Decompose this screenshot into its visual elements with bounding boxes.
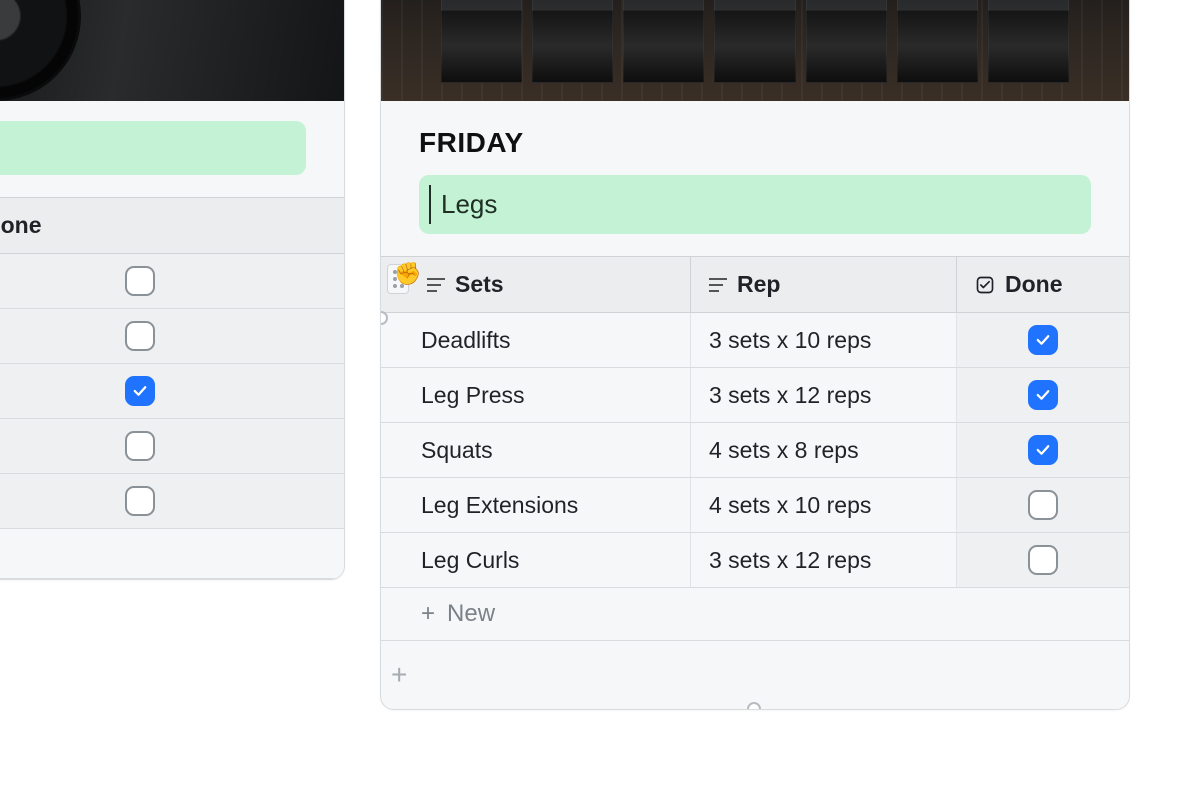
- cell-done[interactable]: [0, 364, 344, 418]
- table-row[interactable]: x 12 reps: [0, 474, 344, 529]
- done-checkbox[interactable]: [125, 266, 155, 296]
- cell-sets[interactable]: Deadlifts: [381, 313, 691, 367]
- column-header-sets[interactable]: Sets: [381, 257, 691, 312]
- column-header-done-label: Done: [1005, 271, 1063, 298]
- add-block-button[interactable]: +: [381, 641, 1129, 709]
- done-checkbox[interactable]: [125, 486, 155, 516]
- done-checkbox[interactable]: [125, 431, 155, 461]
- column-header-rep-label: Rep: [737, 271, 780, 298]
- checkbox-column-icon: [975, 275, 995, 295]
- column-header-sets-label: Sets: [455, 271, 504, 298]
- done-checkbox[interactable]: [1028, 435, 1058, 465]
- column-header-done-label: Done: [0, 212, 42, 239]
- card-day-title: FRIDAY: [419, 127, 1091, 159]
- table-row[interactable]: Squats4 sets x 8 reps: [381, 423, 1129, 478]
- table-row[interactable]: x 8 reps: [0, 254, 344, 309]
- cell-sets[interactable]: Leg Curls: [381, 533, 691, 587]
- cell-done[interactable]: [0, 309, 344, 363]
- add-row-label: New: [447, 600, 495, 628]
- table-row[interactable]: x 12 reps: [0, 364, 344, 419]
- done-checkbox[interactable]: [1028, 380, 1058, 410]
- cell-rep[interactable]: 3 sets x 10 reps: [691, 313, 957, 367]
- workout-card-left: p Done x 8 repsx 10 repsx 12 repsx 10 re…: [0, 0, 345, 580]
- plus-icon: +: [391, 659, 407, 690]
- done-checkbox[interactable]: [1028, 545, 1058, 575]
- cell-done[interactable]: [957, 313, 1129, 367]
- table-row[interactable]: Leg Extensions4 sets x 10 reps: [381, 478, 1129, 533]
- table-row[interactable]: x 10 reps: [0, 309, 344, 364]
- card-hero-image: [0, 0, 344, 101]
- cell-done[interactable]: [0, 474, 344, 528]
- text-caret: [429, 185, 431, 224]
- cell-rep[interactable]: 3 sets x 12 reps: [691, 533, 957, 587]
- category-callout[interactable]: Legs: [419, 175, 1091, 234]
- table-header: p Done: [0, 197, 344, 254]
- text-column-icon: [709, 271, 727, 298]
- done-checkbox[interactable]: [1028, 325, 1058, 355]
- table-row[interactable]: Leg Curls3 sets x 12 reps: [381, 533, 1129, 588]
- category-callout[interactable]: [0, 121, 306, 175]
- cell-sets[interactable]: Leg Extensions: [381, 478, 691, 532]
- cell-sets[interactable]: Leg Press: [381, 368, 691, 422]
- cell-done[interactable]: [957, 368, 1129, 422]
- plus-icon: +: [421, 600, 435, 628]
- table-row[interactable]: x 10 reps: [0, 419, 344, 474]
- category-callout-label: Legs: [441, 189, 497, 219]
- column-header-done[interactable]: Done: [957, 257, 1129, 312]
- cell-done[interactable]: [957, 423, 1129, 477]
- table-row[interactable]: Deadlifts3 sets x 10 reps: [381, 313, 1129, 368]
- done-checkbox[interactable]: [1028, 490, 1058, 520]
- done-checkbox[interactable]: [125, 321, 155, 351]
- table-header: Sets Rep Done: [381, 256, 1129, 313]
- cell-rep[interactable]: 4 sets x 10 reps: [691, 478, 957, 532]
- text-column-icon: [427, 271, 445, 298]
- row-drag-handle[interactable]: [387, 264, 409, 294]
- column-header-rep[interactable]: Rep: [691, 257, 957, 312]
- table-row[interactable]: Leg Press3 sets x 12 reps: [381, 368, 1129, 423]
- workout-card-friday: FUNCTIONAL FRIDAY Legs ✊ Sets Rep: [380, 0, 1130, 710]
- cell-rep[interactable]: 4 sets x 8 reps: [691, 423, 957, 477]
- cell-rep[interactable]: 3 sets x 12 reps: [691, 368, 957, 422]
- selection-handle-bottom[interactable]: [747, 702, 761, 710]
- cell-done[interactable]: [957, 533, 1129, 587]
- cell-sets[interactable]: Squats: [381, 423, 691, 477]
- cell-done[interactable]: [0, 419, 344, 473]
- column-header-done[interactable]: Done: [0, 198, 344, 253]
- done-checkbox[interactable]: [125, 376, 155, 406]
- card-hero-image: FUNCTIONAL: [381, 0, 1129, 101]
- cell-done[interactable]: [0, 254, 344, 308]
- add-row-button[interactable]: + New: [381, 588, 1129, 641]
- cell-done[interactable]: [957, 478, 1129, 532]
